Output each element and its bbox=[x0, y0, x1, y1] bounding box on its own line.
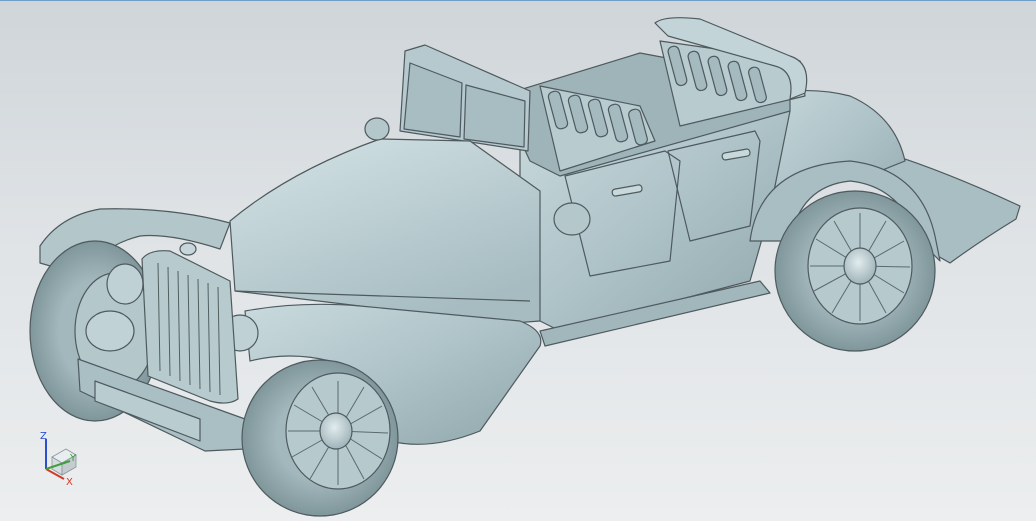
x-axis-label: X bbox=[66, 477, 73, 487]
headlight-left bbox=[106, 263, 144, 305]
car-3d-model[interactable] bbox=[0, 1, 1036, 521]
view-triad[interactable]: Z Y X bbox=[30, 427, 90, 487]
rear-right-hub bbox=[843, 247, 877, 285]
front-right-hub bbox=[319, 412, 353, 450]
radiator-cap bbox=[179, 242, 197, 256]
side-lamp-left bbox=[364, 117, 390, 141]
graphics-viewport[interactable]: Z Y X bbox=[0, 0, 1036, 521]
fog-lamp bbox=[85, 310, 135, 352]
y-axis-label: Y bbox=[69, 453, 77, 464]
side-lamp-right bbox=[553, 202, 591, 236]
z-axis-label: Z bbox=[40, 431, 47, 442]
